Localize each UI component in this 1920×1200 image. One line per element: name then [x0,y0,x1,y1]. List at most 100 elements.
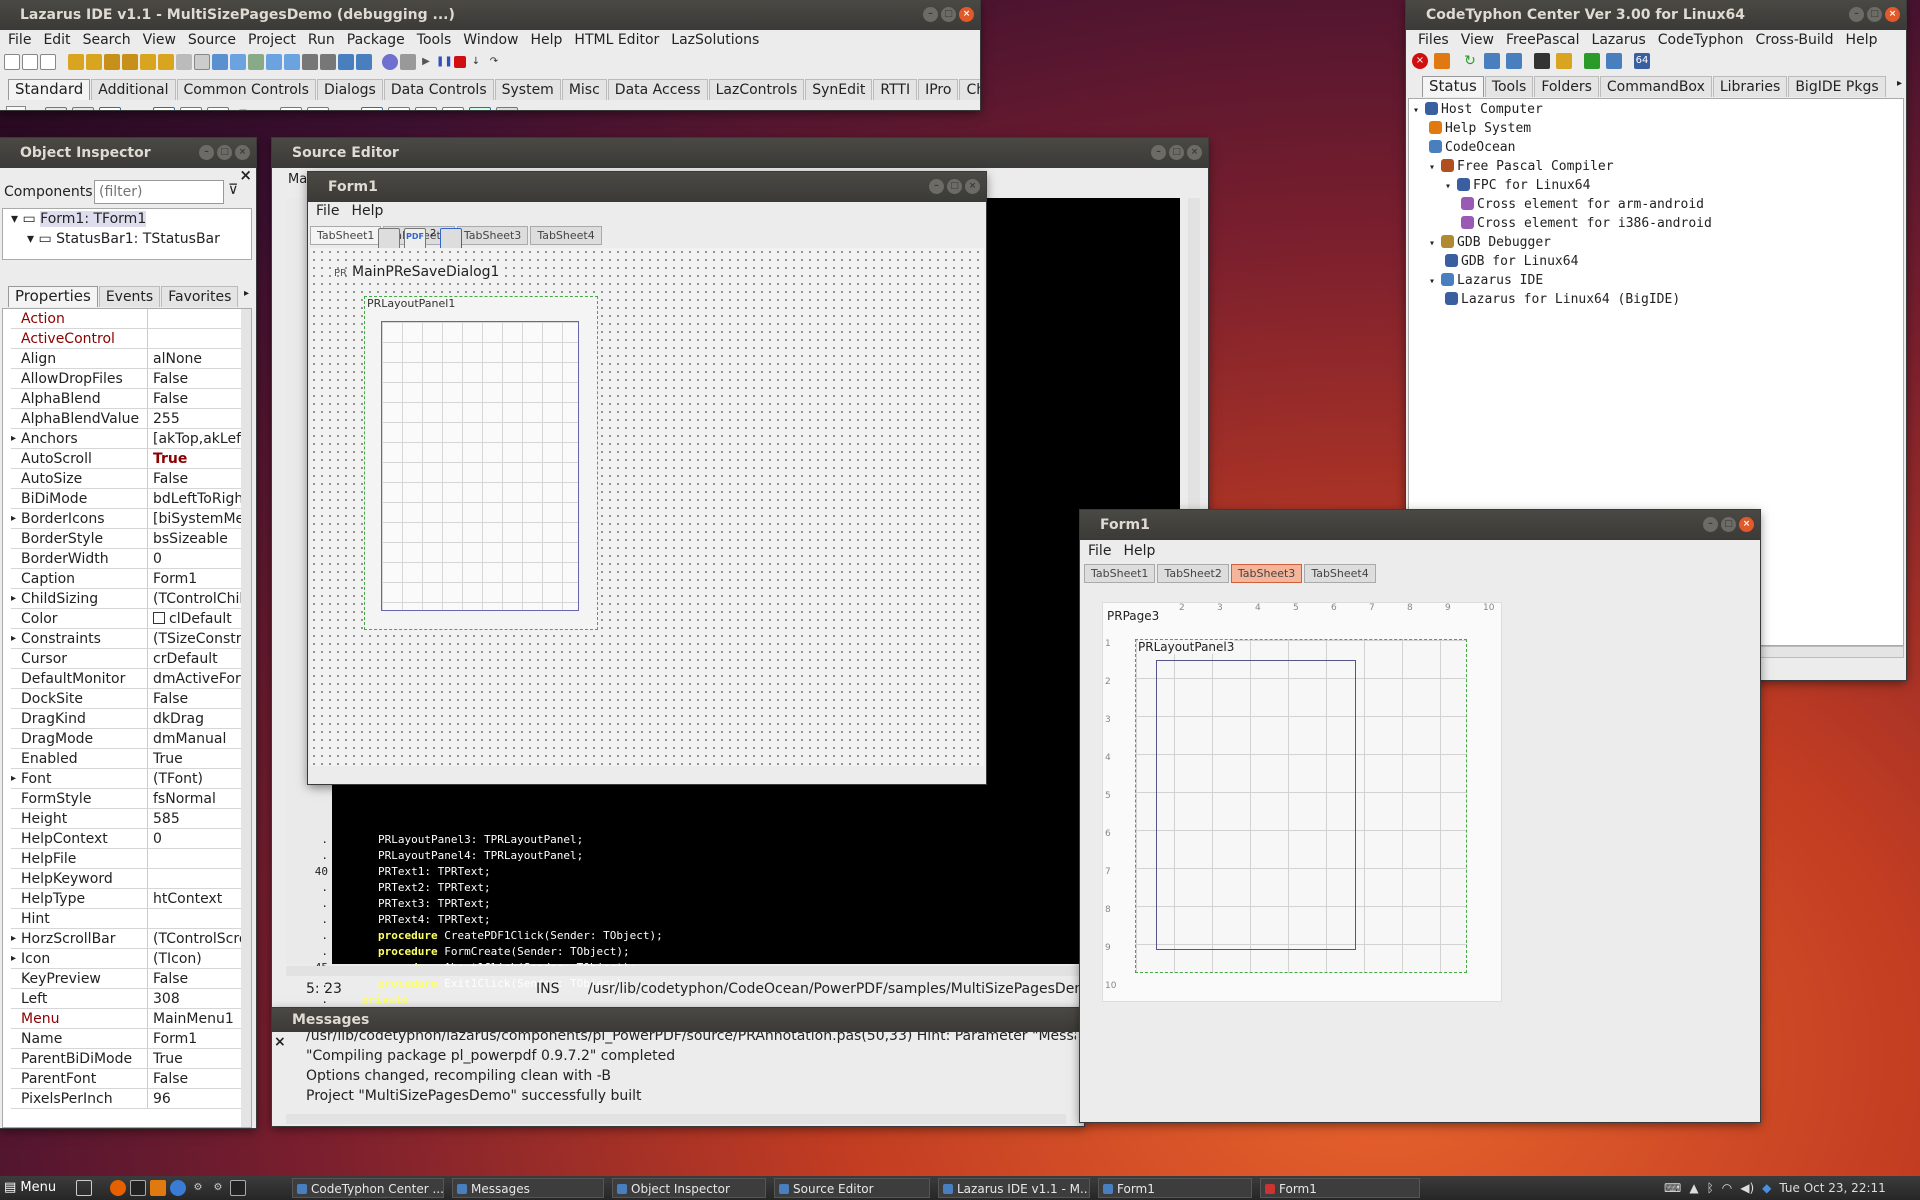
toggle-form-icon[interactable] [230,54,246,70]
tab-synedit[interactable]: SynEdit [805,79,873,100]
show-desktop-icon[interactable] [76,1180,92,1196]
add-to-project-icon[interactable] [284,54,300,70]
expand-icon[interactable]: ▾ [1413,105,1425,116]
property-value[interactable]: dkDrag [148,709,247,728]
property-row[interactable]: AllowDropFiles False [11,369,247,389]
property-value[interactable]: 96 [148,1089,247,1108]
tab-tabsheet1[interactable]: TabSheet1 [1084,564,1156,583]
property-row[interactable]: Caption Form1 [11,569,247,589]
property-row[interactable]: AlphaBlendValue 255 [11,409,247,429]
tab-data-controls[interactable]: Data Controls [383,79,494,100]
run-icon[interactable]: ▶ [418,54,434,70]
property-value[interactable]: 585 [148,809,247,828]
property-value[interactable]: dmManual [148,729,247,748]
property-row[interactable]: Menu MainMenu1 [11,1009,247,1029]
message-line[interactable]: /usr/lib/codetyphon/lazarus/components/p… [306,1032,1076,1046]
tab-ipro[interactable]: IPro [918,79,959,100]
open-icon[interactable] [68,54,84,70]
menu-item-freepascal[interactable]: FreePascal [1500,29,1586,51]
download-icon[interactable] [1434,53,1450,69]
tabs-scroll-icon[interactable]: ▸ [244,288,249,299]
tab-folders[interactable]: Folders [1534,76,1599,97]
property-row[interactable]: Action [11,309,247,329]
tabs-scroll-right-icon[interactable]: ▸ [1897,78,1902,89]
minimize-button[interactable]: – [1849,7,1864,22]
property-row[interactable]: AlphaBlend False [11,389,247,409]
tab-dialogs[interactable]: Dialogs [316,79,383,100]
tlistbox-icon[interactable] [280,107,302,110]
refresh-icon[interactable]: ↻ [1462,53,1478,69]
save-all-icon[interactable] [122,54,138,70]
property-value[interactable]: 0 [148,549,247,568]
property-value[interactable]: True [148,749,247,768]
form1-runtime-title-bar[interactable]: Form1 – □ × [1080,510,1760,540]
stop-icon[interactable] [454,56,466,68]
terminal-icon[interactable] [1534,53,1550,69]
property-value[interactable]: fsNormal [148,789,247,808]
close-button[interactable]: × [1885,7,1900,22]
inspector-close-icon[interactable]: × [239,166,252,184]
copy-icon[interactable] [1484,53,1500,69]
property-row[interactable]: Font (TFont) [11,769,247,789]
menu-item-view[interactable]: View [137,29,182,51]
tab-favorites[interactable]: Favorites [161,286,239,307]
maximize-button[interactable]: □ [1721,517,1736,532]
tab-libraries[interactable]: Libraries [1712,76,1788,97]
minimize-button[interactable]: – [929,179,944,194]
property-row[interactable]: Anchors [akTop,akLef [11,429,247,449]
property-value[interactable]: (TSizeConstra [148,629,247,648]
tab-tabsheet3[interactable]: TabSheet3 [1230,564,1303,583]
property-value[interactable]: Form1 [148,569,247,588]
minimize-button[interactable]: – [923,7,938,22]
taskbar-task-5[interactable]: Form1 [1098,1178,1252,1198]
gear-icon[interactable]: ⚙ [210,1180,226,1196]
property-value[interactable]: 0 [148,829,247,848]
menu-item-tools[interactable]: Tools [411,29,458,51]
property-row[interactable]: DockSite False [11,689,247,709]
revert-icon[interactable] [140,54,156,70]
property-row[interactable]: Icon (TIcon) [11,949,247,969]
menu-item-help[interactable]: Help [525,29,569,51]
tree-item-form1[interactable]: ▾ ▭ Form1: TForm1 [3,209,251,229]
new-icon[interactable] [4,54,20,70]
property-row[interactable]: BorderIcons [biSystemMe [11,509,247,529]
menu-item-html-editor[interactable]: HTML Editor [568,29,665,51]
property-row[interactable]: Constraints (TSizeConstra [11,629,247,649]
step-into-icon[interactable]: ↓ [468,54,484,70]
property-value[interactable] [148,329,247,348]
tree-item-statusbar1[interactable]: ▾ ▭ StatusBar1: TStatusBar [3,229,251,249]
step-icon[interactable] [382,54,398,70]
close-button[interactable]: × [1187,145,1202,160]
view-forms-icon[interactable] [212,54,228,70]
replace-icon[interactable] [320,54,336,70]
search-icon[interactable] [302,54,318,70]
property-value[interactable] [148,849,247,868]
tree-node[interactable]: GDB for Linux64 [1413,253,1712,272]
tpanel-icon[interactable] [442,107,464,110]
property-row[interactable]: Enabled True [11,749,247,769]
property-row[interactable]: BiDiMode bdLeftToRigh [11,489,247,509]
editor-hscrollbar[interactable] [286,966,1176,976]
clock[interactable]: Tue Oct 23, 22:11 [1779,1178,1885,1198]
expand-icon[interactable]: ▾ [1429,238,1441,249]
dropbox-icon[interactable]: ◆ [1762,1178,1771,1198]
tab-tabsheet4[interactable]: TabSheet4 [1304,564,1376,583]
menu-item-project[interactable]: Project [242,29,302,51]
codetyphon-title-bar[interactable]: CodeTyphon Center Ver 3.00 for Linux64 –… [1406,0,1906,30]
tab-commandbox[interactable]: CommandBox [1599,76,1712,97]
compile-icon[interactable] [176,54,192,70]
menu-item-file[interactable]: File [1082,538,1117,564]
view-units-icon[interactable] [194,54,210,70]
tab-common-controls[interactable]: Common Controls [176,79,316,100]
property-value[interactable]: htContext [148,889,247,908]
message-line[interactable]: Project "MultiSizePagesDemo" successfull… [306,1086,1076,1106]
property-value[interactable]: 255 [148,409,247,428]
tab-tools[interactable]: Tools [1484,76,1534,97]
property-value[interactable]: False [148,689,247,708]
wifi-icon[interactable]: ◠ [1722,1178,1732,1198]
menu-item-package[interactable]: Package [341,29,411,51]
property-value[interactable]: dmActiveFor [148,669,247,688]
tab-events[interactable]: Events [98,286,161,307]
property-value[interactable]: clDefault [148,609,247,628]
property-row[interactable]: BorderStyle bsSizeable [11,529,247,549]
